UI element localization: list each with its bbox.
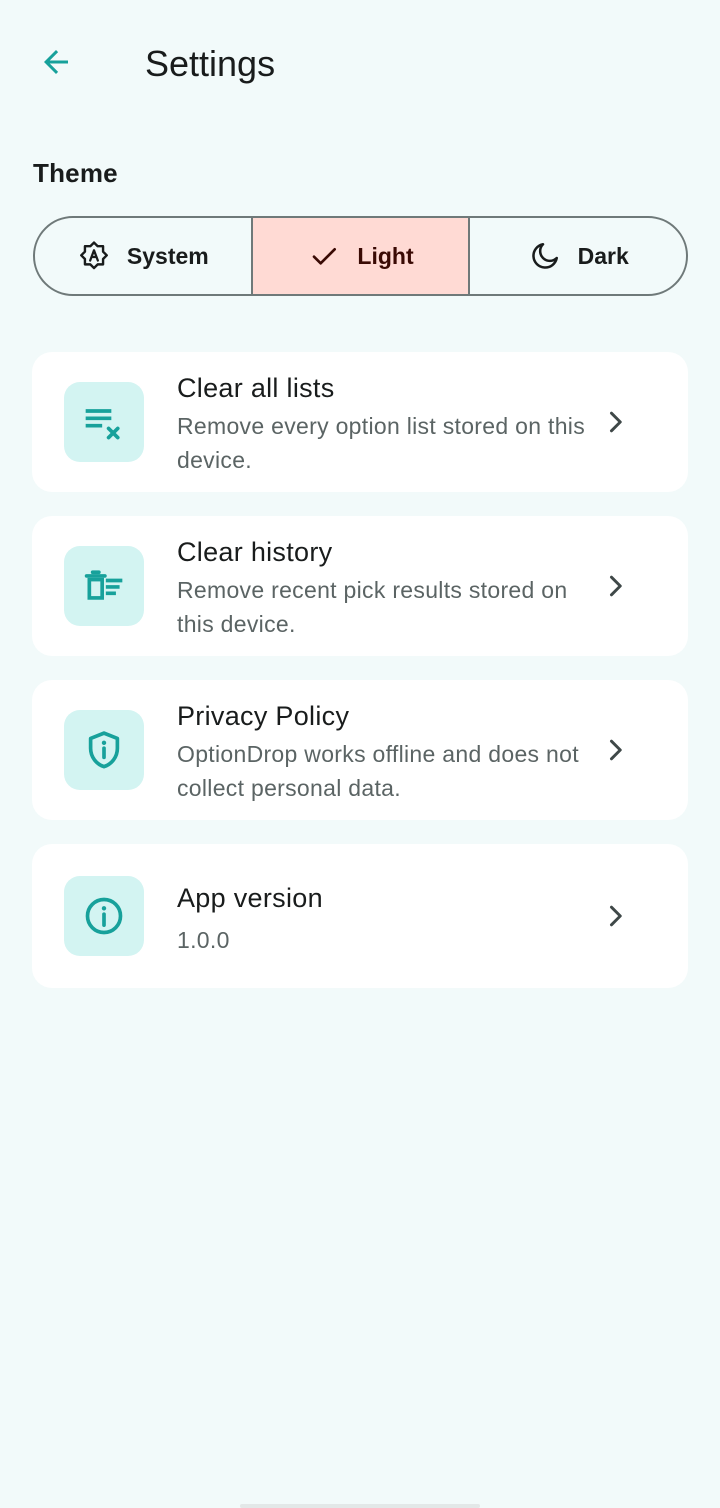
item-title: Clear history bbox=[177, 537, 333, 567]
privacy-policy-item[interactable]: Privacy Policy OptionDrop works offline … bbox=[32, 680, 688, 820]
chevron-right-icon bbox=[600, 406, 632, 438]
brightness-auto-icon bbox=[77, 239, 111, 273]
theme-option-label: Light bbox=[357, 242, 414, 269]
clear-all-lists-item[interactable]: Clear all lists Remove every option list… bbox=[32, 352, 688, 492]
theme-section-title: Theme bbox=[33, 158, 118, 188]
check-icon bbox=[307, 239, 341, 273]
top-app-bar: Settings bbox=[0, 0, 720, 128]
info-icon bbox=[64, 876, 144, 956]
item-subtitle: Remove every option list stored on this … bbox=[177, 413, 586, 473]
shield-icon bbox=[64, 710, 144, 790]
page-title: Settings bbox=[145, 43, 276, 84]
arrow-back-icon bbox=[38, 44, 74, 85]
delete-sweep-icon bbox=[64, 546, 144, 626]
theme-option-light[interactable]: Light bbox=[250, 218, 469, 294]
item-title: App version bbox=[177, 883, 323, 913]
theme-segmented-button: System Light Dark bbox=[33, 216, 688, 296]
theme-option-system[interactable]: System bbox=[35, 218, 251, 294]
theme-option-label: Dark bbox=[577, 242, 629, 269]
chevron-right-icon bbox=[600, 570, 632, 602]
moon-icon bbox=[528, 239, 562, 273]
app-version-item[interactable]: App version 1.0.0 bbox=[32, 844, 688, 988]
item-subtitle: 1.0.0 bbox=[177, 927, 230, 953]
chevron-right-icon bbox=[600, 734, 632, 766]
theme-option-label: System bbox=[126, 242, 209, 269]
chevron-right-icon bbox=[600, 900, 632, 932]
back-button[interactable] bbox=[24, 36, 88, 92]
item-subtitle: Remove recent pick results stored on thi… bbox=[177, 577, 568, 637]
clear-list-icon bbox=[64, 382, 144, 462]
home-indicator bbox=[240, 1504, 480, 1508]
clear-history-item[interactable]: Clear history Remove recent pick results… bbox=[32, 516, 688, 656]
item-title: Clear all lists bbox=[177, 373, 335, 403]
item-title: Privacy Policy bbox=[177, 701, 350, 731]
settings-screen: Settings Theme System Light Dark Clear a… bbox=[0, 0, 720, 1508]
item-subtitle: OptionDrop works offline and does not co… bbox=[177, 741, 579, 801]
theme-option-dark[interactable]: Dark bbox=[468, 218, 686, 294]
